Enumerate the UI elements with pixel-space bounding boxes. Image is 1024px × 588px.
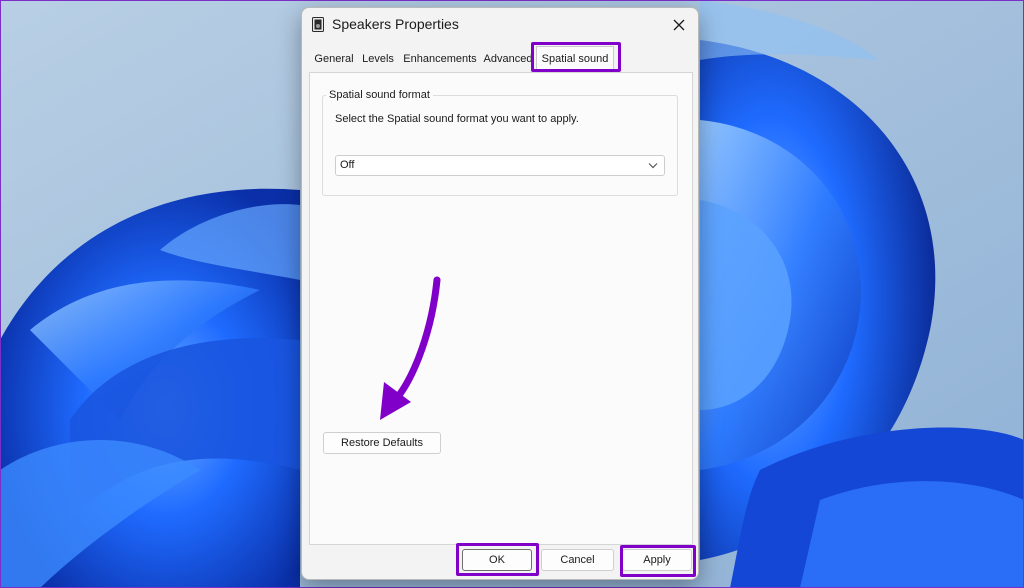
tab-advanced[interactable]: Advanced bbox=[483, 49, 533, 70]
spatial-sound-format-group bbox=[322, 95, 678, 196]
restore-defaults-button[interactable]: Restore Defaults bbox=[323, 432, 441, 454]
group-label: Spatial sound format bbox=[326, 89, 433, 101]
speaker-icon bbox=[312, 17, 324, 32]
ok-button[interactable]: OK bbox=[462, 549, 532, 571]
speakers-properties-dialog: Speakers Properties General Levels Enhan… bbox=[301, 7, 699, 580]
window-title: Speakers Properties bbox=[332, 16, 459, 32]
dropdown-value: Off bbox=[340, 159, 355, 171]
title-bar[interactable]: Speakers Properties bbox=[302, 8, 698, 42]
tab-strip: General Levels Enhancements Advanced Spa… bbox=[309, 46, 693, 72]
spatial-sound-format-dropdown[interactable]: Off bbox=[335, 155, 665, 176]
format-description: Select the Spatial sound format you want… bbox=[335, 113, 579, 125]
cancel-button[interactable]: Cancel bbox=[541, 549, 614, 571]
close-button[interactable] bbox=[664, 12, 694, 38]
tab-general[interactable]: General bbox=[312, 49, 356, 70]
tab-spatial-sound[interactable]: Spatial sound bbox=[536, 46, 614, 72]
chevron-down-icon bbox=[648, 163, 658, 169]
apply-button[interactable]: Apply bbox=[622, 549, 692, 571]
close-icon bbox=[673, 19, 685, 31]
tab-levels[interactable]: Levels bbox=[360, 49, 396, 70]
spatial-sound-panel: Spatial sound format Select the Spatial … bbox=[309, 72, 693, 545]
tab-enhancements[interactable]: Enhancements bbox=[400, 49, 480, 70]
